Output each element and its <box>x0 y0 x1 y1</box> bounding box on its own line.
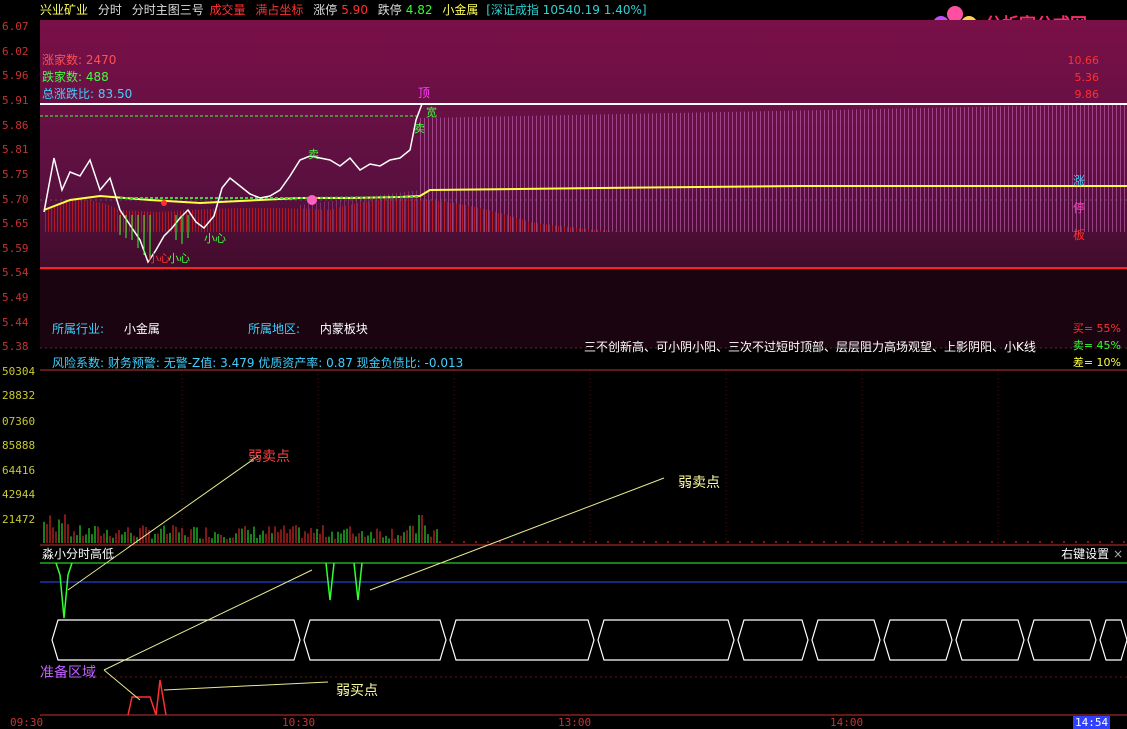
zone-segment <box>1099 619 1127 661</box>
limit-up-flag: 涨 停 板 <box>1073 168 1085 249</box>
mode-label[interactable]: 分时 <box>98 0 122 20</box>
flag-char: 板 <box>1073 228 1086 242</box>
time-tick: 13:00 <box>558 716 592 729</box>
volume-tick: 85888 <box>2 439 36 452</box>
price-tick: 5.49 <box>2 291 29 304</box>
region-label: 所属地区: <box>248 322 301 336</box>
down-count: 488 <box>85 70 109 84</box>
volume-label: 成交量 <box>209 3 246 17</box>
right-values: 10.66 5.36 9.86 <box>1068 52 1100 103</box>
stats-box: 涨家数: 2470 跌家数: 488 总涨跌比: 83.50 <box>42 52 132 103</box>
stock-name[interactable]: 兴业矿业 <box>40 0 88 20</box>
kuan-mark: 宽 <box>426 106 437 119</box>
industry-info: 所属行业: 小金属 <box>52 320 160 337</box>
price-tick: 5.91 <box>2 94 29 107</box>
weak-buy-label: 弱买点 <box>336 683 378 699</box>
industry-value: 小金属 <box>123 322 160 336</box>
logo-title: 分析家公式网 <box>985 15 1087 35</box>
index-info: [深证成指 10540.19 1.40%] <box>486 3 647 17</box>
zone-segment <box>811 619 881 661</box>
up-count-label: 涨家数: <box>42 53 83 67</box>
price-tick: 6.02 <box>2 45 29 58</box>
coord-label[interactable]: 满占坐标 <box>255 0 303 20</box>
price-tick: 5.54 <box>2 266 29 279</box>
down-limit-label: 跌停 <box>377 3 402 17</box>
top-mark: 顶 <box>418 86 431 100</box>
sector-name: 小金属 <box>442 3 479 17</box>
price-tick: 6.07 <box>2 20 29 33</box>
zone-segment <box>955 619 1025 661</box>
price-tick: 5.70 <box>2 193 29 206</box>
time-tick: 14:00 <box>830 716 864 729</box>
up-limit-label: 涨停 <box>313 3 338 17</box>
weak-sell-label-2: 弱卖点 <box>678 475 720 491</box>
down-count-label: 跌家数: <box>42 70 83 84</box>
up-limit-value: 5.90 <box>341 3 368 17</box>
careful-mark-2: 小心 <box>168 252 190 265</box>
volume-tick: 50304 <box>2 365 36 378</box>
zone-segment <box>51 619 301 661</box>
price-tick: 5.65 <box>2 217 29 230</box>
time-tick: 09:30 <box>10 716 44 729</box>
volume-tick: 64416 <box>2 464 36 477</box>
price-panel-bg <box>40 20 1127 348</box>
price-tick: 5.75 <box>2 168 29 181</box>
right-value: 10.66 <box>1067 54 1100 67</box>
sell-mark: 卖 <box>414 122 425 135</box>
buy-sell-ratio: 买= 55% 卖= 45% 差= 10% <box>1073 320 1121 371</box>
volume-tick: 28832 <box>2 389 36 402</box>
ratio: 83.50 <box>97 87 133 101</box>
sell-mark-2: 卖 <box>308 148 319 161</box>
risk-line: 风险系数: 财务预警: 无警-Z值: 3.479 优质资产率: 0.87 现金负… <box>52 356 464 370</box>
region-info: 所属地区: 内蒙板块 <box>248 320 368 337</box>
volume-tick: 42944 <box>2 488 36 501</box>
price-tick: 5.38 <box>2 340 29 353</box>
zone-segment <box>303 619 447 661</box>
logo-url: www.88gs.com <box>981 36 1092 51</box>
buy-ratio: 买= 55% <box>1072 322 1121 335</box>
sub-panel-title[interactable]: 淼小分时高低 <box>42 545 114 562</box>
ratio-label: 总涨跌比: <box>42 87 95 101</box>
price-tick: 5.59 <box>2 242 29 255</box>
settings-button[interactable]: 右键设置 × <box>1061 545 1123 562</box>
price-tick: 5.81 <box>2 143 29 156</box>
down-limit-value: 4.82 <box>405 3 433 17</box>
indicator-name[interactable]: 分时主图三号 <box>132 0 204 20</box>
current-time: 14:54 <box>1073 716 1111 729</box>
flag-char: 停 <box>1073 201 1086 215</box>
zone-segment <box>737 619 809 661</box>
right-value: 9.86 <box>1074 88 1100 101</box>
flag-char: 涨 <box>1073 174 1086 188</box>
time-tick: 10:30 <box>282 716 316 729</box>
region-value: 内蒙板块 <box>319 322 368 336</box>
right-value: 5.36 <box>1074 71 1100 84</box>
strategy-tips: 三不创新高、可小阴小阳、三次不过短时顶部、层层阻力高场观望、上影阴阳、小K线 <box>584 340 1036 354</box>
zone-segment <box>883 619 953 661</box>
close-icon[interactable]: × <box>1113 547 1123 561</box>
prep-zone-label: 准备区域 <box>40 665 96 681</box>
volume-tick: 07360 <box>2 415 36 428</box>
weak-sell-label-1: 弱卖点 <box>248 449 290 465</box>
diff-ratio: 差= 10% <box>1072 356 1121 369</box>
zone-segment <box>597 619 735 661</box>
zone-segment <box>1027 619 1097 661</box>
careful-mark: 小心 <box>204 232 226 245</box>
zone-segment <box>449 619 595 661</box>
price-tick: 5.86 <box>2 119 29 132</box>
up-count: 2470 <box>85 53 117 67</box>
industry-label: 所属行业: <box>52 322 105 336</box>
site-logo: 分析家公式网 www.88gs.com <box>927 0 1127 60</box>
flower-logo-icon <box>933 6 977 48</box>
sell-ratio: 卖= 45% <box>1072 339 1121 352</box>
price-tick: 5.96 <box>2 69 29 82</box>
careful-mark-3: 小心 <box>148 252 170 265</box>
volume-tick: 21472 <box>2 513 36 526</box>
price-tick: 5.44 <box>2 316 29 329</box>
